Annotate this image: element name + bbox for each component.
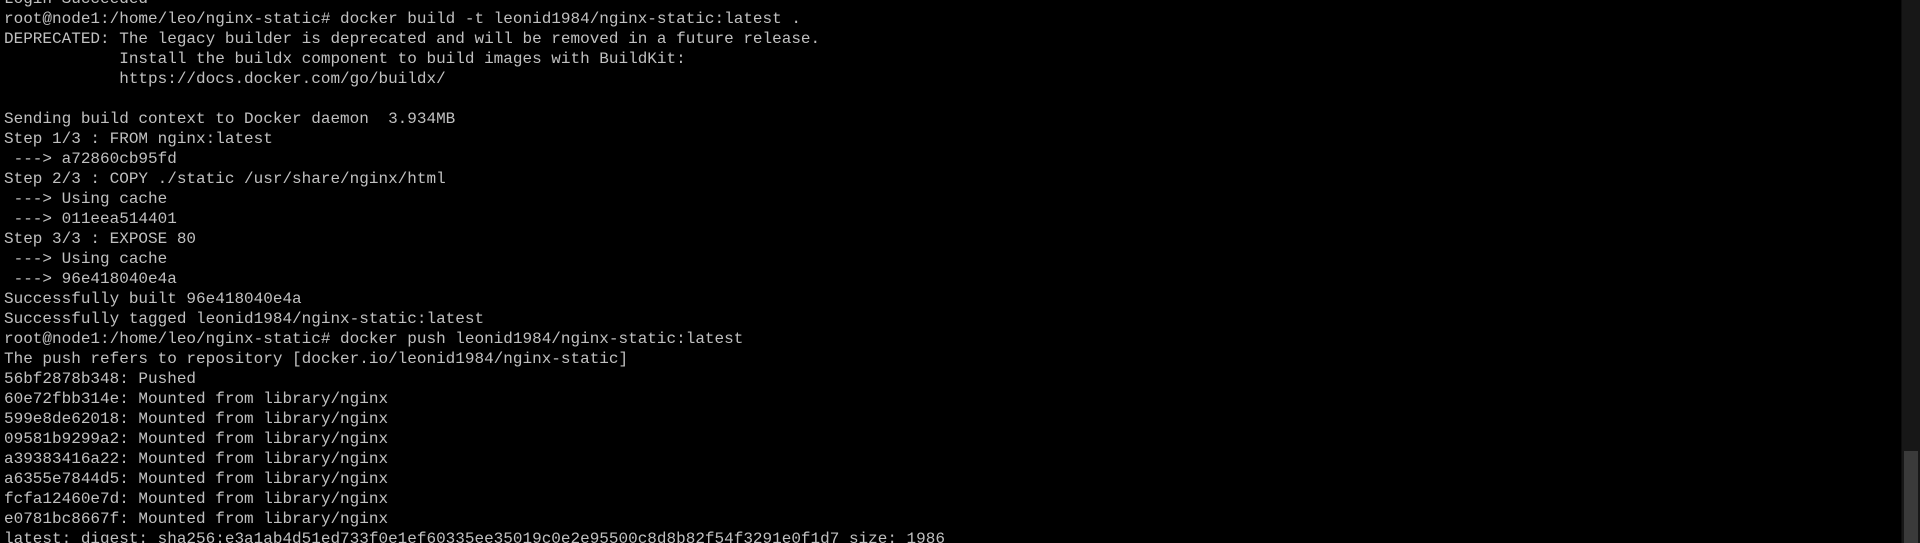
terminal-line: Successfully tagged leonid1984/nginx-sta… [4, 310, 485, 328]
terminal-line: a6355e7844d5: Mounted from library/nginx [4, 470, 389, 488]
terminal-line: Install the buildx component to build im… [4, 50, 686, 68]
scrollbar-thumb[interactable] [1904, 451, 1918, 543]
terminal-line: ---> 96e418040e4a [4, 270, 177, 288]
terminal-line: Sending build context to Docker daemon 3… [4, 110, 456, 128]
terminal-line: Login Succeeded [4, 0, 1894, 9]
terminal-line: Successfully built 96e418040e4a [4, 290, 302, 308]
terminal-line: Step 3/3 : EXPOSE 80 [4, 230, 197, 248]
terminal-line: 60e72fbb314e: Mounted from library/nginx [4, 390, 389, 408]
terminal-line: root@node1:/home/leo/nginx-static# docke… [4, 10, 801, 28]
terminal-line: 599e8de62018: Mounted from library/nginx [4, 410, 389, 428]
terminal-line: ---> Using cache [4, 250, 168, 268]
terminal-line: DEPRECATED: The legacy builder is deprec… [4, 30, 821, 48]
terminal-line: ---> 011eea514401 [4, 210, 177, 228]
terminal-line: Step 2/3 : COPY ./static /usr/share/ngin… [4, 170, 446, 188]
terminal-line: ---> Using cache [4, 190, 168, 208]
terminal-line: Step 1/3 : FROM nginx:latest [4, 130, 273, 148]
terminal-line: e0781bc8667f: Mounted from library/nginx [4, 510, 389, 528]
vertical-scrollbar[interactable] [1901, 0, 1920, 543]
terminal-line: ---> a72860cb95fd [4, 150, 177, 168]
terminal-line: 56bf2878b348: Pushed [4, 370, 197, 388]
terminal-line: fcfa12460e7d: Mounted from library/nginx [4, 490, 389, 508]
terminal-window[interactable]: Login Succeeded root@node1:/home/leo/ngi… [0, 0, 1920, 543]
terminal-line: The push refers to repository [docker.io… [4, 350, 629, 368]
terminal-line: a39383416a22: Mounted from library/nginx [4, 450, 389, 468]
terminal-output[interactable]: Login Succeeded root@node1:/home/leo/ngi… [4, 0, 1894, 543]
terminal-line: https://docs.docker.com/go/buildx/ [4, 70, 446, 88]
terminal-line: latest: digest: sha256:e3a1ab4d51ed733f0… [4, 530, 945, 543]
terminal-line: root@node1:/home/leo/nginx-static# docke… [4, 330, 744, 348]
terminal-line: 09581b9299a2: Mounted from library/nginx [4, 430, 389, 448]
